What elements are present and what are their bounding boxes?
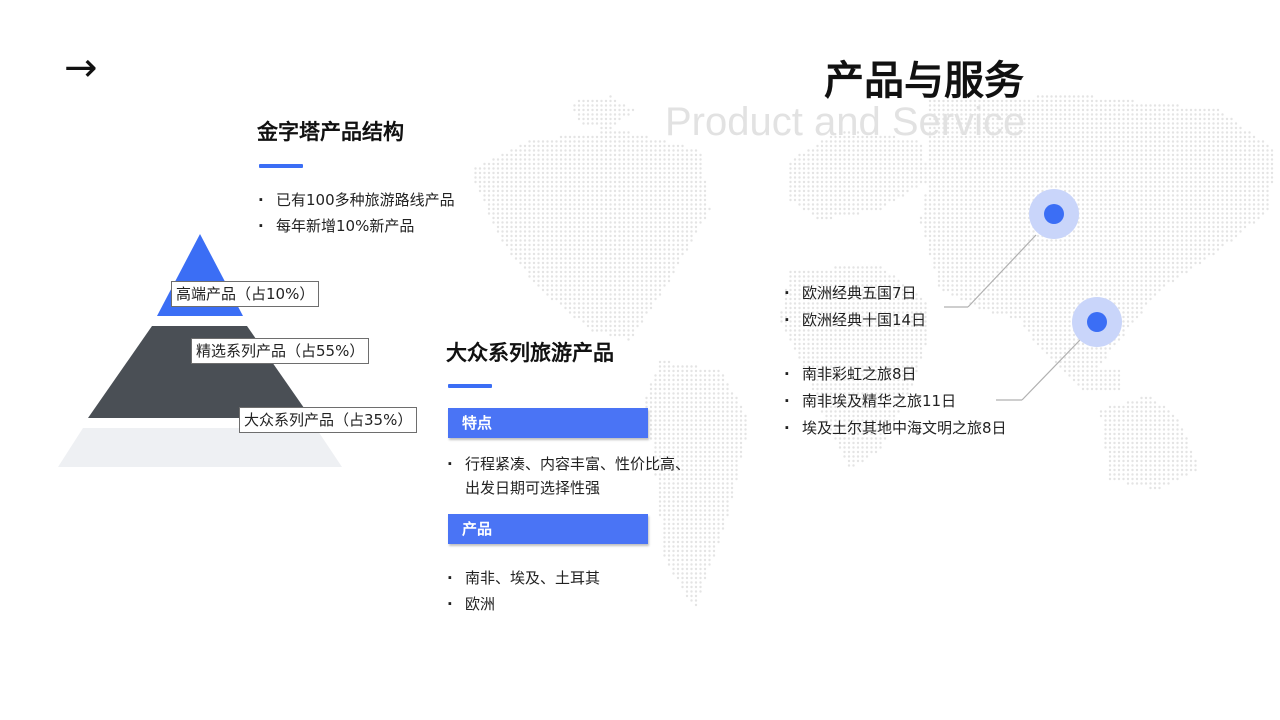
leader-line-europe <box>967 234 1037 308</box>
products-list: 南非、埃及、土耳其 欧洲 <box>447 565 600 617</box>
features-list: 行程紧凑、内容丰富、性价比高、出发日期可选择性强 <box>447 452 703 500</box>
list-item: 南非埃及精华之旅11日 <box>784 388 1007 415</box>
page-subtitle: Product and Service <box>665 100 1026 144</box>
pyramid-section-title: 金字塔产品结构 <box>257 120 404 144</box>
list-item: 南非彩虹之旅8日 <box>784 361 1007 388</box>
pyramid-title-underline <box>259 164 303 168</box>
list-item: 欧洲经典十国14日 <box>784 307 926 334</box>
list-item: 行程紧凑、内容丰富、性价比高、出发日期可选择性强 <box>447 452 703 500</box>
leader-line-africa <box>1021 339 1081 401</box>
pyramid-label-mass: 大众系列产品（占35%） <box>239 407 418 433</box>
products-tag: 产品 <box>448 514 648 544</box>
pyramid-level-bottom <box>58 428 342 467</box>
europe-marker[interactable] <box>1044 204 1064 224</box>
pyramid-label-premium: 高端产品（占10%） <box>171 281 320 307</box>
pyramid-label-selected: 精选系列产品（占55%） <box>191 338 370 364</box>
features-tag: 特点 <box>448 408 648 438</box>
mass-series-underline <box>448 384 492 388</box>
europe-tour-list: 欧洲经典五国7日 欧洲经典十国14日 <box>784 280 926 334</box>
list-item: 欧洲 <box>447 591 600 617</box>
back-arrow-icon[interactable]: → <box>64 44 98 92</box>
list-item: 埃及土尔其地中海文明之旅8日 <box>784 415 1007 442</box>
africa-marker[interactable] <box>1087 312 1107 332</box>
list-item: 欧洲经典五国7日 <box>784 280 926 307</box>
mass-series-title: 大众系列旅游产品 <box>446 341 614 365</box>
page-title: 产品与服务 <box>824 58 1024 104</box>
africa-tour-list: 南非彩虹之旅8日 南非埃及精华之旅11日 埃及土尔其地中海文明之旅8日 <box>784 361 1007 442</box>
list-item: 南非、埃及、土耳其 <box>447 565 600 591</box>
list-item: 已有100多种旅游路线产品 <box>258 187 455 213</box>
